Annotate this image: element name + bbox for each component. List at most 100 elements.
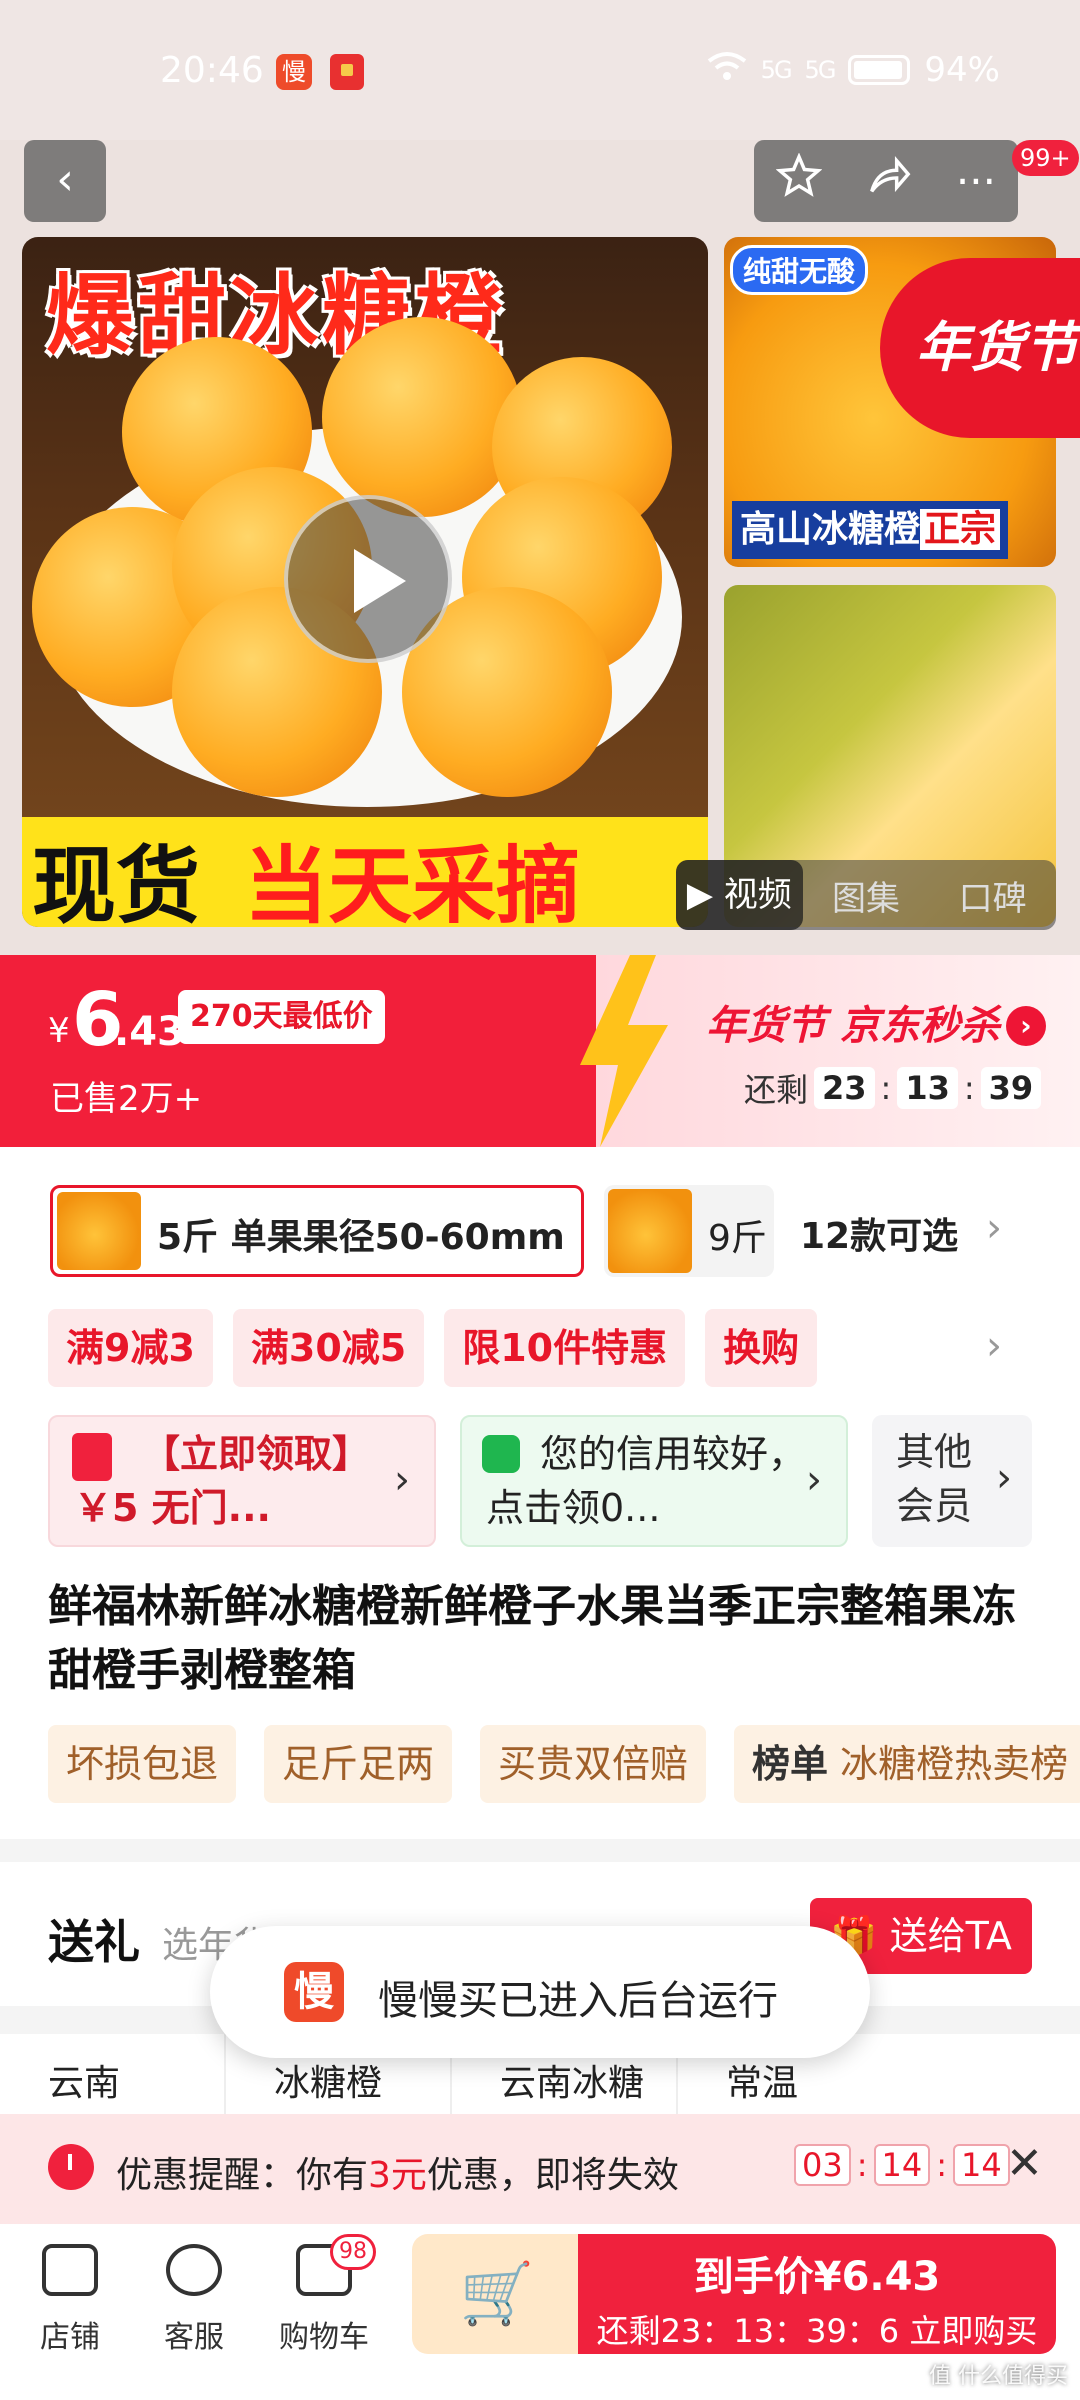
star-icon <box>775 152 823 197</box>
buy-now-button[interactable]: 到手价¥6.43 还剩23：13：39：6 立即购买 <box>578 2234 1056 2354</box>
promo-tag[interactable]: 换购 <box>705 1309 818 1387</box>
feature-tag[interactable]: 坏损包退 <box>48 1725 237 1803</box>
signal-5g-1-icon: 5G <box>760 56 793 84</box>
chevron-right-icon: › <box>394 1457 410 1503</box>
back-icon: ‹ <box>56 154 74 205</box>
reminder-text: 优惠提醒：你有3元优惠，即将失效 <box>116 2155 679 2196</box>
new-year-festival-badge: 年货节 <box>880 258 1080 438</box>
lightning-icon <box>580 955 668 1147</box>
image-banner: 现货 当天采摘 <box>22 817 708 927</box>
status-right: 5G 5G 94% <box>707 50 1000 90</box>
clock-icon <box>48 2144 94 2190</box>
coupon-claim[interactable]: 【立即领取】￥5 无门... › <box>48 1415 436 1547</box>
lowest-price-badge: 270天最低价 <box>178 990 385 1044</box>
price-currency: ¥ <box>48 1011 70 1051</box>
chevron-right-icon: › <box>996 1455 1012 1501</box>
coupon-text: 其他会员 <box>896 1430 973 1528</box>
member-coupon[interactable]: 其他会员 › <box>872 1415 1032 1547</box>
battery-icon <box>848 55 911 85</box>
status-time: 20:46 <box>160 50 264 91</box>
chevron-right-icon: › <box>1005 1006 1046 1046</box>
more-button[interactable]: ··· <box>956 157 996 206</box>
product-title: 鲜福林新鲜冰糖橙新鲜橙子水果当季正宗整箱果冻甜橙手剥橙整箱 <box>48 1581 1016 1696</box>
banner-left-text: 现货 <box>32 837 201 927</box>
play-video-button[interactable] <box>284 495 452 663</box>
wifi-icon <box>707 50 747 90</box>
promo-tag[interactable]: 满9减3 <box>48 1309 213 1387</box>
final-price: 到手价¥6.43 <box>693 2254 941 2300</box>
promo-tag[interactable]: 满30减5 <box>232 1309 425 1387</box>
chevron-right-icon: › <box>806 1457 822 1503</box>
price-decimal: .43 <box>114 1009 185 1055</box>
seckill-countdown: 还剩 23: 13: 39 <box>744 1065 1042 1111</box>
back-button[interactable]: ‹ <box>24 140 106 222</box>
cart-button[interactable]: 98 购物车 <box>274 2234 376 2356</box>
manmanmai-app-icon: 慢 <box>276 54 312 90</box>
spec-option-selected[interactable]: 5斤 单果果径50-60mm <box>50 1185 635 1277</box>
coupon-text: 您的信用较好，点击领0... <box>486 1432 807 1530</box>
countdown-seconds: 39 <box>980 1067 1042 1109</box>
spec-label: 9斤 <box>708 1218 767 1259</box>
orange-graphic <box>322 317 522 517</box>
thumbnail-caption: 高山冰糖橙 正宗 <box>732 501 1009 559</box>
credit-coupon[interactable]: 您的信用较好，点击领0... › <box>460 1415 848 1547</box>
signal-5g-2-icon: 5G <box>804 56 837 84</box>
spec-thumbnail <box>608 1189 692 1273</box>
message-badge: 99+ <box>1012 140 1079 176</box>
buy-countdown: 还剩23：13：39：6 立即购买 <box>596 2312 1038 2350</box>
watermark: 值 什么值得买 <box>929 2364 1068 2389</box>
ranking-tag[interactable]: 榜单 冰糖橙热卖榜 <box>734 1725 1080 1803</box>
service-face-icon <box>166 2244 222 2296</box>
feature-tag[interactable]: 足斤足两 <box>264 1725 453 1803</box>
toast-text: 慢慢买已进入后台运行 <box>378 1978 778 2024</box>
customer-service-button[interactable]: 客服 <box>144 2244 244 2356</box>
manmanmai-app-icon: 慢 <box>284 1962 344 2022</box>
product-gallery: ‹ ··· 99+ 爆甜冰糖橙 现货 当天采摘 纯甜无酸 高山冰糖橙 正宗 年货… <box>0 140 1080 955</box>
share-icon <box>870 156 911 193</box>
reminder-countdown: 03: 14: 14 <box>794 2144 1010 2186</box>
discount-reminder-bar[interactable]: 优惠提醒：你有3元优惠，即将失效 03: 14: 14 ✕ <box>0 2114 1080 2224</box>
tab-reviews[interactable]: 口碑 <box>929 871 1056 920</box>
countdown-minutes: 14 <box>873 2144 931 2186</box>
product-info-card: 5斤 单果果径50-60mm 9斤 12款可选 › 满9减3 满30减5 限10… <box>0 1147 1080 1839</box>
countdown-label: 还剩 <box>744 1071 809 1109</box>
price-band: ¥ 6 .43 270天最低价 已售2万+ 年货节 京东秒杀 › 还剩 23: 1… <box>0 955 1080 1147</box>
shop-icon <box>42 2244 98 2296</box>
shop-button[interactable]: 店铺 <box>20 2244 120 2356</box>
tab-video[interactable]: ▶ 视频 <box>676 860 803 930</box>
banner-right-text: 当天采摘 <box>244 837 581 927</box>
red-envelope-app-icon <box>330 54 364 90</box>
sold-count: 已售2万+ <box>50 1079 203 1119</box>
countdown-seconds: 14 <box>953 2144 1010 2186</box>
countdown-minutes: 13 <box>897 1067 958 1109</box>
cart-plus-icon: 🛒 <box>459 2259 535 2329</box>
seckill-title[interactable]: 年货节 京东秒杀 › <box>706 993 1046 1051</box>
close-icon[interactable]: ✕ <box>1006 2138 1043 2189</box>
more-icon: ··· <box>955 156 996 206</box>
feature-tag[interactable]: 买贵双倍赔 <box>480 1725 707 1803</box>
attribute-value: 云南 <box>0 2034 226 2114</box>
background-running-toast: 慢 慢慢买已进入后台运行 <box>210 1926 870 2058</box>
gift-label: 送礼 <box>48 1915 140 1969</box>
battery-percent: 94% <box>924 50 1000 90</box>
spec-option-2[interactable]: 9斤 <box>604 1185 774 1277</box>
main-product-image[interactable]: 爆甜冰糖橙 现货 当天采摘 <box>22 237 708 927</box>
add-to-cart-button[interactable]: 🛒 <box>412 2234 582 2354</box>
coupon-text: 【立即领取】￥5 无门... <box>74 1432 371 1530</box>
favorite-button[interactable] <box>775 152 823 209</box>
tab-gallery[interactable]: 图集 <box>803 871 930 920</box>
promo-tags: 满9减3 满30减5 限10件特惠 换购 <box>48 1309 818 1387</box>
chevron-right-icon[interactable]: › <box>986 1323 1002 1369</box>
spec-label: 5斤 单果果径50-60mm <box>157 1217 565 1258</box>
countdown-hours: 23 <box>814 1067 875 1109</box>
cart-count-badge: 98 <box>330 2234 376 2270</box>
spec-count[interactable]: 12款可选 <box>800 1207 958 1259</box>
countdown-hours: 03 <box>794 2144 851 2186</box>
thumbnail-tag: 纯甜无酸 <box>730 245 869 295</box>
coupon-row: 【立即领取】￥5 无门... › 您的信用较好，点击领0... › 其他会员 › <box>48 1415 1032 1547</box>
spec-thumbnail <box>57 1192 141 1270</box>
share-button[interactable] <box>866 153 912 209</box>
chevron-right-icon[interactable]: › <box>986 1205 1002 1251</box>
gallery-tabs: ▶ 视频 图集 口碑 <box>676 860 1056 930</box>
promo-tag[interactable]: 限10件特惠 <box>444 1309 686 1387</box>
